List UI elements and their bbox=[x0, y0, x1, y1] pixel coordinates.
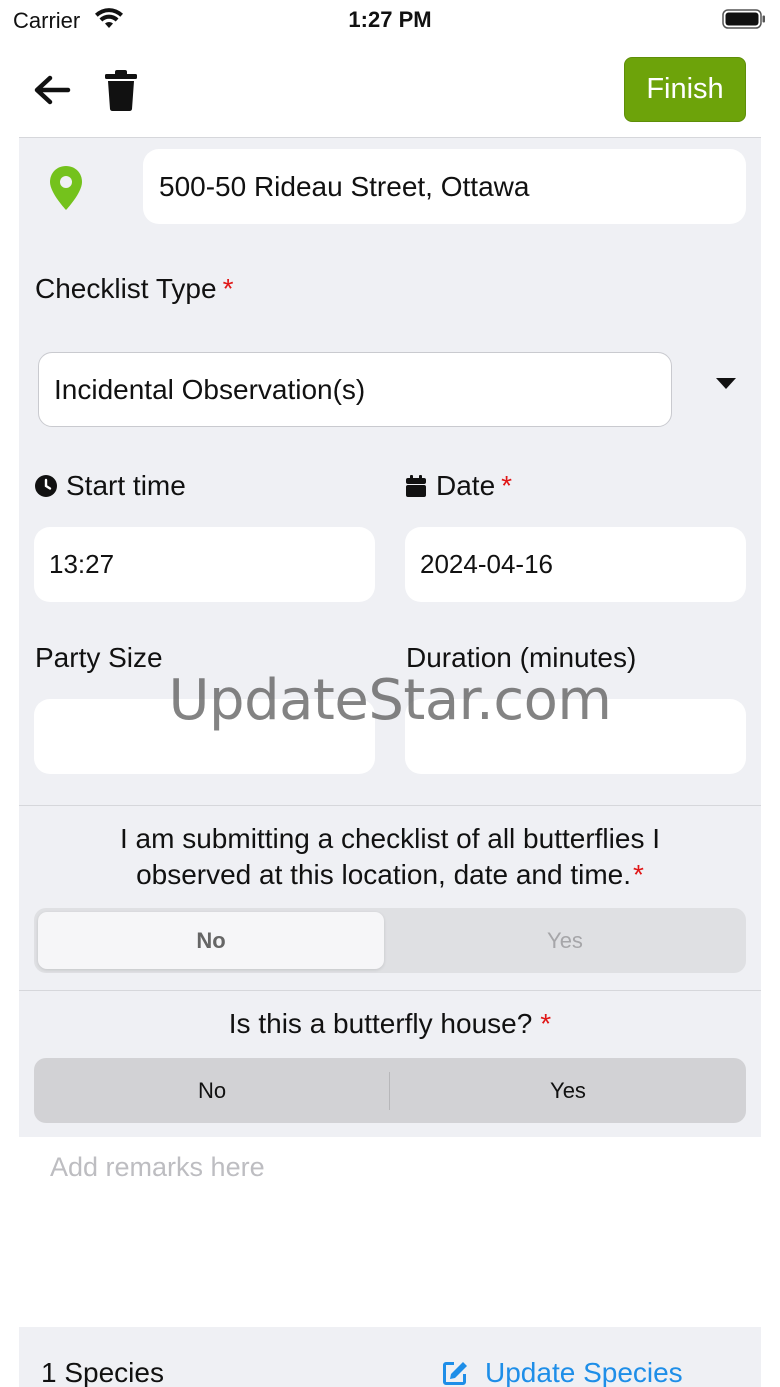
status-bar: Carrier 1:27 PM bbox=[0, 0, 780, 40]
all-butterflies-segmented-control: No Yes bbox=[34, 908, 746, 973]
required-mark: * bbox=[540, 1008, 552, 1039]
party-size-label: Party Size bbox=[35, 642, 163, 673]
species-footer: 1 Species Update Species bbox=[19, 1327, 761, 1387]
required-mark: * bbox=[633, 859, 644, 890]
start-time-field[interactable]: 13:27 bbox=[34, 527, 375, 602]
location-pin-icon bbox=[50, 166, 82, 210]
duration-label: Duration (minutes) bbox=[406, 642, 637, 673]
finish-button[interactable]: Finish bbox=[624, 57, 746, 122]
date-label: Date * bbox=[405, 470, 512, 502]
trash-icon[interactable] bbox=[100, 68, 142, 112]
top-bar: Finish bbox=[0, 40, 780, 138]
all-butterflies-question-text: I am submitting a checklist of all butte… bbox=[120, 823, 660, 890]
battery-icon bbox=[722, 9, 765, 29]
required-mark: * bbox=[222, 273, 234, 304]
checklist-type-select[interactable]: Incidental Observation(s) bbox=[38, 352, 672, 427]
start-time-label-text: Start time bbox=[66, 470, 186, 501]
address-field[interactable]: 500-50 Rideau Street, Ottawa bbox=[143, 149, 746, 224]
calendar-icon bbox=[406, 475, 426, 497]
date-field[interactable]: 2024-04-16 bbox=[405, 527, 746, 602]
checklist-form: 500-50 Rideau Street, Ottawa Checklist T… bbox=[19, 137, 761, 1137]
start-time-label: Start time bbox=[34, 470, 186, 502]
all-butterflies-question: I am submitting a checklist of all butte… bbox=[19, 821, 761, 893]
butterfly-house-question: Is this a butterfly house? * bbox=[19, 1006, 761, 1042]
clock-icon bbox=[35, 475, 57, 497]
required-mark: * bbox=[501, 470, 513, 501]
edit-icon bbox=[443, 1362, 467, 1385]
butterfly-house-question-text: Is this a butterfly house? bbox=[228, 1008, 533, 1039]
butterfly-house-option-yes[interactable]: Yes bbox=[390, 1058, 746, 1123]
update-species-button[interactable]: Update Species bbox=[439, 1357, 683, 1387]
remarks-field[interactable]: Add remarks here bbox=[19, 1138, 761, 1326]
back-arrow-icon[interactable] bbox=[30, 70, 74, 110]
date-label-text: Date bbox=[436, 470, 496, 501]
butterfly-house-option-no[interactable]: No bbox=[34, 1058, 390, 1123]
update-species-label: Update Species bbox=[485, 1357, 683, 1387]
status-time: 1:27 PM bbox=[348, 7, 432, 32]
checklist-type-label-text: Checklist Type bbox=[35, 273, 217, 304]
checklist-type-label: Checklist Type * bbox=[35, 273, 233, 305]
all-butterflies-option-no[interactable]: No bbox=[38, 912, 384, 969]
divider bbox=[19, 805, 761, 806]
butterfly-house-segmented-control: No Yes bbox=[34, 1058, 746, 1123]
divider bbox=[19, 990, 761, 991]
duration-field[interactable] bbox=[405, 699, 746, 774]
chevron-down-icon[interactable] bbox=[715, 377, 737, 391]
species-count: 1 Species bbox=[41, 1357, 164, 1387]
all-butterflies-option-yes[interactable]: Yes bbox=[388, 912, 742, 969]
party-size-field[interactable] bbox=[34, 699, 375, 774]
